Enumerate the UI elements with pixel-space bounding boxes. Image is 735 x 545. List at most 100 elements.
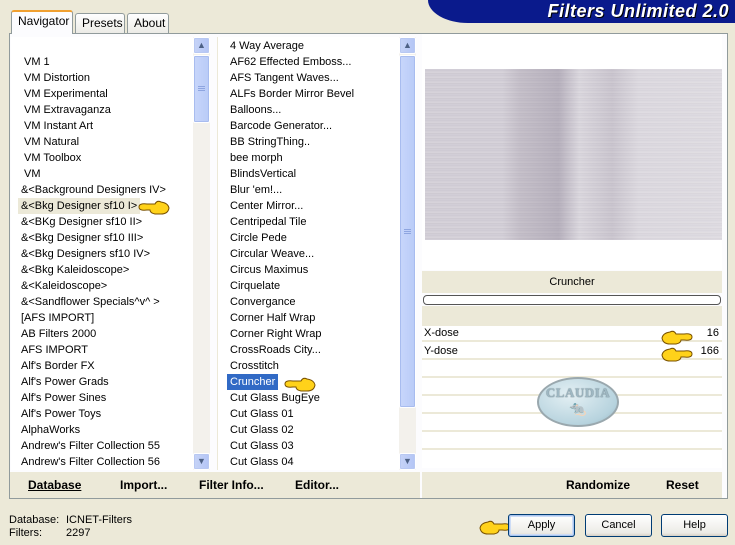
list-item[interactable]: Corner Half Wrap <box>227 310 318 326</box>
filter-info-button[interactable]: Filter Info... <box>199 478 264 492</box>
watermark-logo: CLAUDIA 🐀 <box>537 377 619 427</box>
list-item[interactable]: VM Distortion <box>21 70 93 86</box>
pointing-hand-icon <box>284 377 316 392</box>
param-label: Y-dose <box>424 345 458 357</box>
list-item[interactable]: &<Bkg Designers sf10 IV> <box>18 246 153 262</box>
list-item[interactable]: AlphaWorks <box>18 422 83 438</box>
scroll-thumb[interactable] <box>193 55 210 123</box>
list-item[interactable]: VM Experimental <box>21 86 111 102</box>
list-item[interactable]: Crosstitch <box>227 358 282 374</box>
list-item[interactable]: Alf's Power Grads <box>18 374 112 390</box>
pointing-hand-icon <box>138 200 170 215</box>
list-item[interactable]: ALFs Border Mirror Bevel <box>227 86 357 102</box>
list-item[interactable]: AFS Tangent Waves... <box>227 70 342 86</box>
scroll-down-button[interactable]: ▼ <box>399 453 416 470</box>
param-row-empty <box>422 362 722 378</box>
list-item[interactable]: Cirquelate <box>227 278 283 294</box>
effect-action-bar: Randomize Reset <box>422 472 722 498</box>
param-value: 16 <box>706 327 719 339</box>
list-item[interactable]: Cut Glass 02 <box>227 422 297 438</box>
pointing-hand-icon <box>661 330 693 345</box>
list-item[interactable]: AF62 Effected Emboss... <box>227 54 354 70</box>
tab-navigator[interactable]: Navigator <box>11 10 73 34</box>
pointing-hand-icon <box>479 520 511 535</box>
list-item[interactable]: Circus Maximus <box>227 262 311 278</box>
list-item[interactable]: Corner Right Wrap <box>227 326 325 342</box>
list-item[interactable]: VM Toolbox <box>21 150 84 166</box>
list-item[interactable]: VM 1 <box>21 54 53 70</box>
mouse-icon: 🐀 <box>569 400 587 416</box>
param-value: 166 <box>700 345 719 357</box>
cancel-button[interactable]: Cancel <box>585 514 652 537</box>
progress-bar <box>423 295 721 305</box>
command-bar: Database Import... Filter Info... Editor… <box>10 472 420 498</box>
scroll-down-button[interactable]: ▼ <box>193 453 210 470</box>
list-item[interactable]: Alf's Power Sines <box>18 390 109 406</box>
list-item[interactable]: Circular Weave... <box>227 246 317 262</box>
database-value: ICNET-Filters <box>66 514 132 526</box>
watermark-text: CLAUDIA <box>545 385 611 400</box>
list-item[interactable]: &<Bkg Kaleidoscope> <box>18 262 132 278</box>
list-item[interactable]: Blur 'em!... <box>227 182 285 198</box>
list-item[interactable]: VM Instant Art <box>21 118 96 134</box>
list-item[interactable]: Andrew's Filter Collection 56 <box>18 454 163 470</box>
import-button[interactable]: Import... <box>120 478 167 492</box>
tab-about[interactable]: About <box>127 13 169 33</box>
list-item[interactable]: BlindsVertical <box>227 166 299 182</box>
list-item[interactable]: &<Background Designers IV> <box>18 182 169 198</box>
scroll-up-button[interactable]: ▲ <box>399 37 416 54</box>
tab-presets[interactable]: Presets <box>75 13 125 33</box>
param-label: X-dose <box>424 327 459 339</box>
help-button[interactable]: Help <box>661 514 728 537</box>
preview-image[interactable] <box>425 69 722 240</box>
pointing-hand-icon <box>661 347 693 362</box>
param-row-empty <box>422 434 722 450</box>
list-item[interactable]: Alf's Border FX <box>18 358 98 374</box>
list-item[interactable]: Andrew's Filter Collection 55 <box>18 438 163 454</box>
title-banner: Filters Unlimited 2.0 <box>428 0 735 23</box>
list-item[interactable]: [AFS IMPORT] <box>18 310 97 326</box>
list-item[interactable]: &<Sandflower Specials^v^ > <box>18 294 163 310</box>
list-item[interactable]: Cut Glass 04 <box>227 454 297 470</box>
database-button[interactable]: Database <box>28 478 81 492</box>
list-item[interactable]: Center Mirror... <box>227 198 306 214</box>
list-item[interactable]: &<BKg Designer sf10 II> <box>18 214 145 230</box>
list-item[interactable]: &<Bkg Designer sf10 I> <box>18 198 141 214</box>
filter-list[interactable]: 4 Way Average AF62 Effected Emboss... AFS … <box>217 37 399 470</box>
database-label: Database: <box>9 514 60 526</box>
randomize-button[interactable]: Randomize <box>566 478 630 492</box>
category-list[interactable]: VM 1 VM Distortion VM Experimental VM Extra… <box>11 37 193 470</box>
filters-count-value: 2297 <box>66 527 91 539</box>
param-row-empty <box>422 452 722 468</box>
list-item[interactable]: Cruncher <box>227 374 279 390</box>
list-item[interactable]: Centripedal Tile <box>227 214 309 230</box>
filter-scrollbar[interactable]: ▲ ▼ <box>399 37 416 470</box>
list-item[interactable]: AFS IMPORT <box>18 342 91 358</box>
list-item[interactable]: &<Bkg Designer sf10 III> <box>18 230 146 246</box>
list-item[interactable]: Convergance <box>227 294 298 310</box>
list-item[interactable]: AB Filters 2000 <box>18 326 99 342</box>
filters-count-label: Filters: <box>9 527 42 539</box>
category-scrollbar[interactable]: ▲ ▼ <box>193 37 210 470</box>
list-item[interactable]: VM Extravaganza <box>21 102 114 118</box>
list-item[interactable]: VM Natural <box>21 134 82 150</box>
list-item[interactable]: bee morph <box>227 150 286 166</box>
list-item[interactable]: Cut Glass 03 <box>227 438 297 454</box>
list-item[interactable]: CrossRoads City... <box>227 342 324 358</box>
list-item[interactable]: &<Kaleidoscope> <box>18 278 110 294</box>
list-item[interactable]: Cut Glass 01 <box>227 406 297 422</box>
effect-title: Cruncher <box>422 271 722 293</box>
scroll-up-button[interactable]: ▲ <box>193 37 210 54</box>
list-item[interactable]: Alf's Power Toys <box>18 406 104 422</box>
editor-button[interactable]: Editor... <box>295 478 339 492</box>
list-item[interactable]: Balloons... <box>227 102 284 118</box>
scroll-thumb[interactable] <box>399 55 416 408</box>
list-item[interactable]: VM <box>21 166 44 182</box>
list-item[interactable]: 4 Way Average <box>227 38 307 54</box>
reset-button[interactable]: Reset <box>666 478 699 492</box>
app-title: Filters Unlimited 2.0 <box>547 1 729 21</box>
list-item[interactable]: BB StringThing.. <box>227 134 313 150</box>
list-item[interactable]: Barcode Generator... <box>227 118 335 134</box>
list-item[interactable]: Circle Pede <box>227 230 290 246</box>
apply-button[interactable]: Apply <box>508 514 575 537</box>
